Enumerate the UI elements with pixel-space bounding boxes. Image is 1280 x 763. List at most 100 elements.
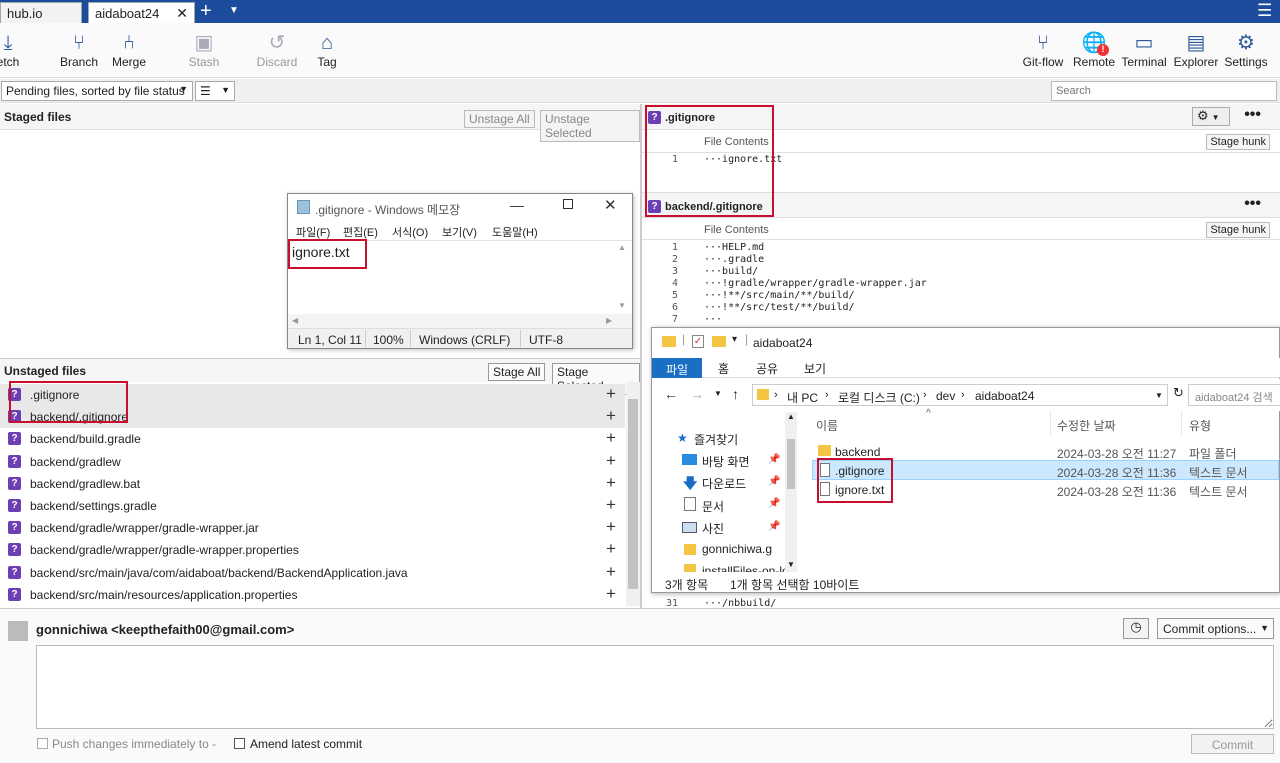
- stage-file-icon[interactable]: +: [606, 384, 616, 404]
- file-row[interactable]: ? backend/gradlew.bat +: [0, 473, 625, 495]
- column-type[interactable]: 유형: [1189, 417, 1211, 434]
- sort-ascending-icon: ^: [926, 408, 931, 419]
- menu-edit[interactable]: 편집(E): [343, 224, 378, 240]
- ribbon-tab-home[interactable]: 홈: [718, 360, 729, 377]
- scroll-right-icon[interactable]: ▶: [606, 316, 612, 325]
- new-folder-icon[interactable]: [712, 336, 726, 347]
- stage-file-icon[interactable]: +: [606, 539, 616, 559]
- nav-item-documents[interactable]: 문서: [702, 498, 724, 515]
- stage-all-button[interactable]: Stage All: [488, 363, 546, 381]
- nav-scrollbar[interactable]: ▲ ▼: [785, 412, 797, 572]
- sort-dropdown[interactable]: Pending files, sorted by file status ▼: [1, 81, 193, 101]
- commit-message-input[interactable]: [36, 645, 1274, 729]
- scroll-up-icon[interactable]: ▲: [618, 243, 626, 252]
- path-segment[interactable]: aidaboat24: [975, 389, 1034, 403]
- stage-file-icon[interactable]: +: [606, 473, 616, 493]
- stage-file-icon[interactable]: +: [606, 562, 616, 582]
- chevron-down-icon[interactable]: ▼: [714, 389, 722, 398]
- hamburger-menu-icon[interactable]: ☰: [1257, 1, 1272, 21]
- unknown-status-icon: ?: [8, 476, 21, 490]
- settings-button[interactable]: ⚙ Settings: [1216, 31, 1276, 69]
- tab-aidaboat24[interactable]: aidaboat24 ✕: [88, 2, 195, 23]
- file-row[interactable]: ? backend/src/main/resources/application.…: [0, 584, 625, 606]
- stage-file-icon[interactable]: +: [606, 451, 616, 471]
- file-row[interactable]: ? backend/gradle/wrapper/gradle-wrapper.j…: [0, 517, 625, 539]
- merge-button[interactable]: ⑃ Merge: [99, 31, 159, 69]
- nav-item-pictures[interactable]: 사진: [702, 520, 724, 537]
- column-date[interactable]: 수정한 날짜: [1057, 417, 1116, 434]
- path-segment[interactable]: 내 PC: [787, 389, 818, 406]
- fetch-button[interactable]: ⤓etch: [0, 31, 38, 69]
- nav-item-downloads[interactable]: 다운로드: [702, 475, 746, 492]
- back-icon[interactable]: ←: [664, 386, 678, 402]
- file-row[interactable]: ? backend/src/main/java/com/aidaboat/back…: [0, 562, 625, 584]
- scrollbar-thumb[interactable]: [628, 399, 638, 589]
- ribbon-tab-file[interactable]: 파일: [652, 358, 702, 378]
- view-options-dropdown[interactable]: ☰ ▼: [195, 81, 235, 101]
- scroll-up-icon[interactable]: ▲: [787, 412, 795, 421]
- chevron-down-icon[interactable]: ▼: [229, 5, 239, 16]
- menu-file[interactable]: 파일(F): [296, 224, 330, 240]
- menu-format[interactable]: 서식(O): [392, 224, 428, 240]
- search-input[interactable]: [1051, 81, 1277, 101]
- ribbon-tab-view[interactable]: 보기: [804, 360, 826, 377]
- path-segment[interactable]: dev: [936, 389, 955, 403]
- unstage-selected-button[interactable]: Unstage Selected: [540, 110, 640, 142]
- stage-file-icon[interactable]: +: [606, 517, 616, 537]
- column-name[interactable]: 이름: [816, 417, 838, 434]
- explorer-search-input[interactable]: aidaboat24 검색: [1188, 384, 1280, 406]
- stage-file-icon[interactable]: +: [606, 495, 616, 515]
- address-bar[interactable]: › 내 PC › 로컬 디스크 (C:) › dev › aidaboat24 …: [752, 384, 1168, 406]
- unstage-all-button[interactable]: Unstage All: [464, 110, 535, 128]
- scroll-down-icon[interactable]: ▼: [618, 301, 626, 310]
- commit-button[interactable]: Commit: [1191, 734, 1274, 754]
- stage-hunk-button[interactable]: Stage hunk: [1206, 222, 1270, 238]
- file-row[interactable]: ? backend/gradlew +: [0, 451, 625, 473]
- path-segment[interactable]: 로컬 디스크 (C:): [838, 389, 920, 406]
- stage-hunk-button[interactable]: Stage hunk: [1206, 134, 1270, 150]
- quick-access-dropdown-icon[interactable]: ▾: [732, 334, 737, 345]
- forward-icon[interactable]: →: [690, 386, 704, 402]
- stage-file-icon[interactable]: +: [606, 406, 616, 426]
- gear-dropdown[interactable]: ⚙ ▼: [1192, 107, 1230, 126]
- nav-item-favorites[interactable]: 즐겨찾기: [694, 431, 738, 448]
- tab-hub[interactable]: hub.io: [0, 2, 82, 23]
- terminal-button[interactable]: ▭ Terminal: [1114, 31, 1174, 69]
- annotation-box: [645, 105, 774, 217]
- refresh-icon[interactable]: ↻: [1173, 385, 1184, 401]
- file-row[interactable]: ? backend/build.gradle +: [0, 428, 625, 450]
- horizontal-scrollbar[interactable]: ◀ ▶: [288, 314, 632, 328]
- scrollbar-thumb[interactable]: [787, 439, 795, 489]
- amend-checkbox[interactable]: [234, 738, 245, 749]
- line-number: 4: [671, 278, 678, 289]
- stage-file-icon[interactable]: +: [606, 584, 616, 604]
- nav-item-desktop[interactable]: 바탕 화면: [702, 453, 750, 470]
- more-options-icon[interactable]: •••: [1244, 106, 1261, 124]
- chevron-down-icon[interactable]: ▼: [1155, 391, 1163, 400]
- new-tab-icon[interactable]: +: [200, 1, 212, 21]
- push-checkbox[interactable]: [37, 738, 48, 749]
- menu-help[interactable]: 도움말(H): [492, 224, 538, 240]
- commit-options-dropdown[interactable]: Commit options... ▼: [1157, 618, 1274, 639]
- close-icon[interactable]: ✕: [604, 196, 617, 214]
- tag-button[interactable]: ⌂ Tag: [297, 31, 357, 69]
- up-icon[interactable]: ↑: [732, 386, 739, 402]
- stash-button[interactable]: ▣ Stash: [174, 31, 234, 69]
- settings-label: Settings: [1224, 55, 1268, 69]
- close-icon[interactable]: ✕: [176, 5, 188, 22]
- ribbon-tab-share[interactable]: 공유: [756, 360, 778, 377]
- notepad-title: .gitignore - Windows 메모장: [315, 203, 461, 217]
- nav-item-folder[interactable]: gonnichiwa.g: [702, 542, 787, 556]
- nav-item-folder[interactable]: installFiles-on-lo: [702, 564, 787, 572]
- file-row[interactable]: ? backend/settings.gradle +: [0, 495, 625, 517]
- properties-icon[interactable]: ✓: [692, 335, 704, 348]
- more-options-icon[interactable]: •••: [1244, 195, 1261, 213]
- history-clock-icon[interactable]: ◷: [1123, 618, 1149, 639]
- scroll-down-icon[interactable]: ▼: [787, 560, 795, 569]
- menu-view[interactable]: 보기(V): [442, 224, 477, 240]
- scroll-left-icon[interactable]: ◀: [292, 316, 298, 325]
- minimize-icon[interactable]: —: [510, 197, 524, 213]
- file-row[interactable]: ? backend/gradle/wrapper/gradle-wrapper.p…: [0, 539, 625, 561]
- maximize-icon[interactable]: [563, 199, 573, 209]
- stage-file-icon[interactable]: +: [606, 428, 616, 448]
